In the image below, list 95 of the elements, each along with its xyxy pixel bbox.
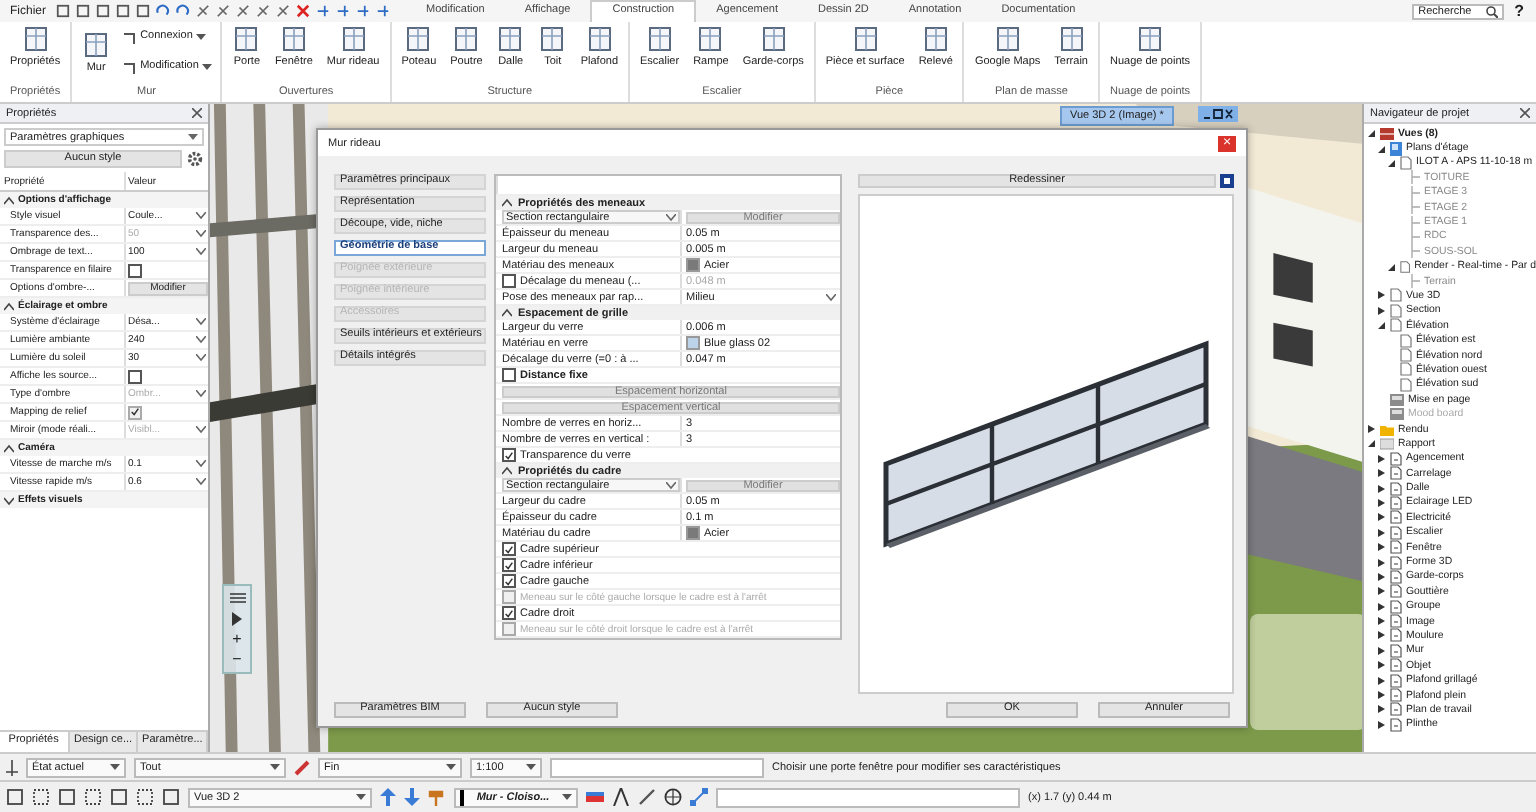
- caret-icon: [202, 64, 213, 72]
- search-icon[interactable]: [1486, 5, 1499, 17]
- views-icon: [1380, 127, 1394, 140]
- expander-icon[interactable]: [1376, 512, 1386, 523]
- text-style-icon[interactable]: [612, 788, 630, 806]
- expander-icon[interactable]: [1386, 261, 1396, 272]
- collapse-icon[interactable]: [502, 466, 512, 476]
- caret-icon: [446, 763, 456, 771]
- collapse-icon[interactable]: [502, 308, 512, 318]
- redo-icon[interactable]: [176, 4, 191, 18]
- expander-icon[interactable]: [1376, 468, 1386, 479]
- caret-icon: [666, 481, 676, 489]
- caret-icon: [826, 293, 836, 301]
- close-icon[interactable]: [192, 108, 202, 118]
- checkmark-icon: [504, 449, 514, 461]
- expander-icon[interactable]: [1376, 675, 1386, 686]
- checkbox[interactable]: [502, 274, 516, 288]
- checkbox[interactable]: [128, 369, 142, 383]
- undo-icon[interactable]: [156, 4, 171, 18]
- cube-icon[interactable]: [1220, 174, 1234, 189]
- material-swatch[interactable]: [686, 258, 700, 272]
- material-swatch[interactable]: [686, 336, 700, 350]
- caret-icon: [526, 763, 536, 771]
- collapse-icon[interactable]: [4, 443, 14, 453]
- collapse-icon[interactable]: [4, 495, 14, 505]
- page-icon: [1400, 155, 1412, 170]
- collapse-icon[interactable]: [4, 301, 14, 311]
- report-icon: [1380, 437, 1394, 450]
- connect-icon[interactable]: [690, 788, 708, 806]
- collapse-icon[interactable]: [4, 195, 14, 205]
- help-button[interactable]: ?: [1508, 3, 1536, 19]
- expander-icon[interactable]: [1376, 453, 1386, 464]
- caret-icon: [188, 133, 198, 141]
- expander-icon[interactable]: [1376, 704, 1386, 715]
- expander-icon[interactable]: [1376, 586, 1386, 597]
- expander-icon[interactable]: [1376, 143, 1386, 154]
- play-icon[interactable]: [232, 612, 242, 626]
- expander-icon[interactable]: [1366, 128, 1376, 139]
- expander-icon[interactable]: [1376, 497, 1386, 508]
- tree-line-icon: [1410, 274, 1420, 289]
- caret-icon: [270, 763, 280, 771]
- expander-icon[interactable]: [1376, 601, 1386, 612]
- checkbox[interactable]: [502, 448, 516, 462]
- window-icon: [82, 31, 111, 58]
- checkbox[interactable]: [502, 542, 516, 556]
- expander-icon[interactable]: [1376, 571, 1386, 582]
- expander-icon[interactable]: [1376, 719, 1386, 730]
- caret-icon: [666, 213, 676, 221]
- pin-icon: [6, 759, 18, 775]
- expander-icon[interactable]: [1366, 438, 1376, 449]
- expander-icon[interactable]: [1376, 320, 1386, 331]
- checkmark-icon: [504, 607, 514, 619]
- arrow-up-icon[interactable]: [380, 788, 396, 806]
- expander-icon[interactable]: [1376, 290, 1386, 301]
- collapse-icon[interactable]: [502, 198, 512, 208]
- expander-icon[interactable]: [1376, 690, 1386, 701]
- checkbox[interactable]: [502, 558, 516, 572]
- checkbox[interactable]: [502, 606, 516, 620]
- close-icon[interactable]: [1520, 108, 1530, 118]
- expander-icon[interactable]: [1376, 527, 1386, 538]
- expander-icon[interactable]: [1376, 305, 1386, 316]
- expander-icon[interactable]: [1376, 483, 1386, 494]
- checkbox[interactable]: [128, 263, 142, 277]
- brick-icon[interactable]: [586, 790, 604, 804]
- checkmark-icon: [130, 406, 140, 418]
- plan-icon: [1390, 141, 1402, 156]
- expander-icon[interactable]: [1376, 542, 1386, 553]
- checkbox[interactable]: [502, 368, 516, 382]
- expander-icon[interactable]: [1376, 630, 1386, 641]
- expander-icon[interactable]: [1376, 557, 1386, 568]
- arrow-down-icon[interactable]: [404, 788, 420, 806]
- expander-icon[interactable]: [1376, 645, 1386, 656]
- window-controls[interactable]: [1198, 106, 1238, 122]
- cross-icon[interactable]: [296, 4, 311, 18]
- zoom-in-button[interactable]: +: [232, 634, 242, 646]
- caret-icon: [196, 34, 207, 42]
- caret-icon: [110, 763, 120, 771]
- globe-icon[interactable]: [664, 788, 682, 806]
- caret-icon: [196, 390, 206, 398]
- expander-icon[interactable]: [1366, 424, 1376, 434]
- expander-icon[interactable]: [1376, 616, 1386, 627]
- frame-icon[interactable]: [58, 788, 76, 806]
- input-field[interactable]: [716, 787, 1020, 807]
- corner-icon: [122, 31, 137, 45]
- input-field[interactable]: [550, 757, 764, 777]
- checkbox[interactable]: [502, 574, 516, 588]
- pen-icon[interactable]: [638, 788, 656, 806]
- corner-icon: [122, 61, 137, 75]
- zoom-out-button[interactable]: −: [232, 654, 242, 666]
- material-swatch[interactable]: [686, 526, 700, 540]
- expander-icon[interactable]: [1376, 660, 1386, 671]
- caret-icon: [356, 793, 366, 801]
- expander-icon[interactable]: [1386, 157, 1396, 168]
- caret-icon: [562, 793, 572, 801]
- caret-icon: [196, 426, 206, 434]
